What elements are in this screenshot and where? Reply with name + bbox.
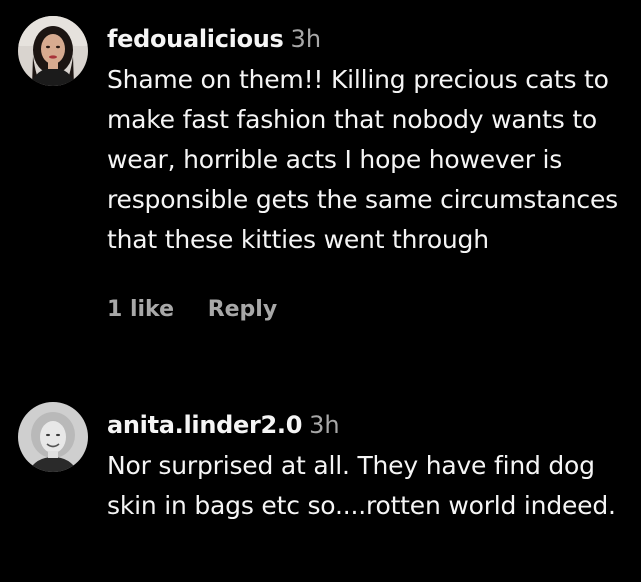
avatar[interactable]: [18, 402, 88, 472]
comment-text: Shame on them!! Killing precious cats to…: [107, 65, 618, 254]
avatar[interactable]: [18, 16, 88, 86]
username[interactable]: anita.linder2.0: [107, 411, 302, 439]
comment-body: fedoualicious 3h Shame on them!! Killing …: [107, 16, 633, 330]
avatar-image: [18, 16, 88, 86]
comment-header: anita.linder2.0 3h: [107, 402, 633, 448]
comment-header: fedoualicious 3h: [107, 16, 633, 62]
comment-body: anita.linder2.0 3h Nor surprised at all. …: [107, 402, 633, 526]
username[interactable]: fedoualicious: [107, 25, 284, 53]
timestamp: 3h: [309, 411, 340, 439]
likes-count[interactable]: 1 like: [107, 297, 174, 322]
reply-button[interactable]: Reply: [208, 297, 278, 322]
comment-actions: 1 like Reply: [107, 290, 633, 330]
timestamp: 3h: [290, 25, 322, 53]
comment-text: Nor surprised at all. They have find dog…: [107, 451, 616, 520]
avatar-image: [18, 402, 88, 472]
